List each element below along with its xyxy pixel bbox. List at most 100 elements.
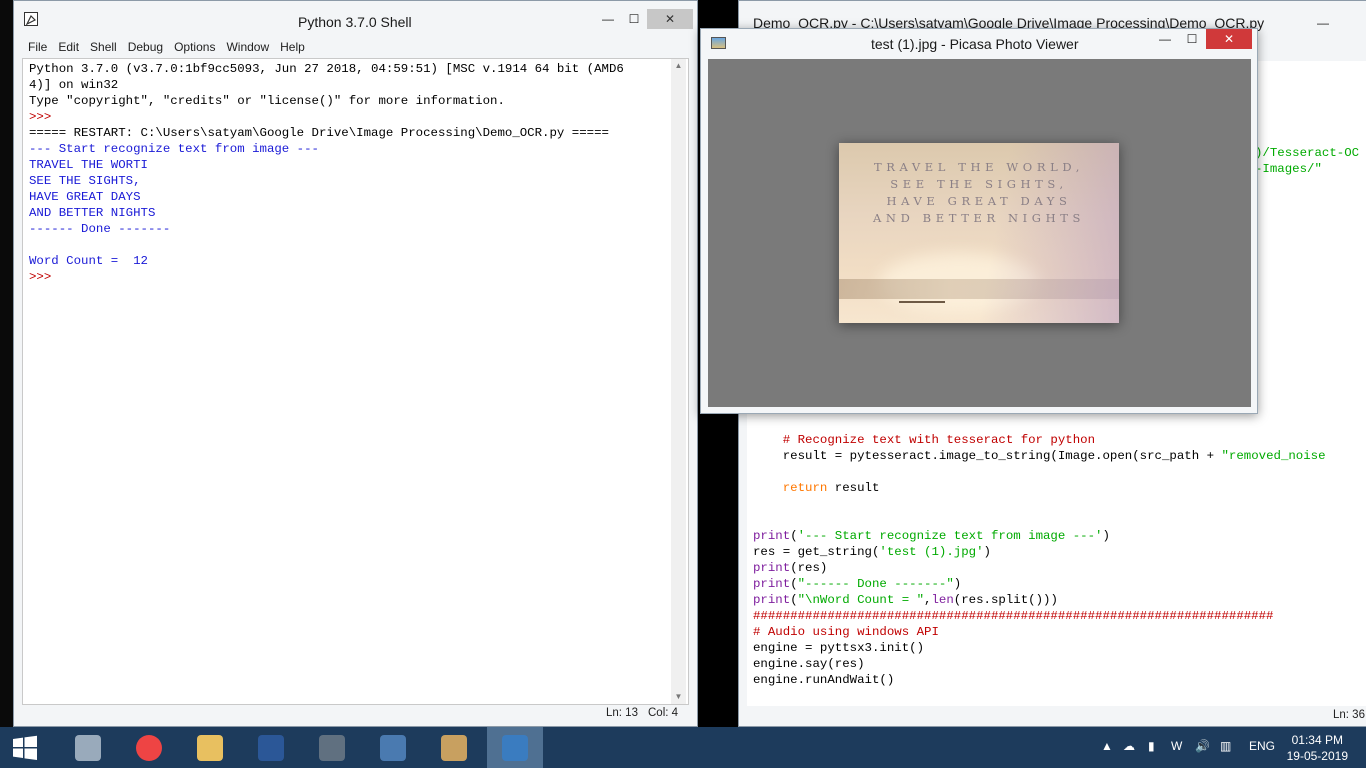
code-token: ( xyxy=(790,529,798,543)
photo-line-2: SEE THE SIGHTS, xyxy=(890,177,1068,191)
picasa-window[interactable]: test (1).jpg - Picasa Photo Viewer — ☐ ✕… xyxy=(700,28,1258,414)
code-token: ) xyxy=(953,577,962,591)
shell-close-button[interactable]: ✕ xyxy=(647,9,693,29)
code-token: # Audio using windows API xyxy=(753,625,939,639)
code-token: ) xyxy=(1102,529,1110,543)
code-token: 'test (1).jpg' xyxy=(879,545,984,559)
editor-minimize-button[interactable]: — xyxy=(1309,13,1337,33)
code-token: return xyxy=(782,481,828,495)
clock[interactable]: 01:34 PM 19-05-2019 xyxy=(1287,732,1348,764)
onedrive-icon[interactable]: ☁ xyxy=(1123,739,1135,753)
volume-icon[interactable]: 🔊 xyxy=(1195,739,1210,753)
taskbar-file-explorer[interactable] xyxy=(182,727,238,768)
taskbar: ▲ ☁ ▮ W 🔊 ▥ ENG 01:34 PM 19-05-2019 xyxy=(0,727,1366,768)
word-icon xyxy=(258,735,284,761)
shell-statusbar: Ln: 13 Col: 4 xyxy=(22,705,689,723)
clock-date: 19-05-2019 xyxy=(1286,749,1348,763)
code-token: print xyxy=(753,561,791,575)
picasa-maximize-button[interactable]: ☐ xyxy=(1178,29,1206,49)
menu-shell[interactable]: Shell xyxy=(84,37,122,54)
shell-title: Python 3.7.0 Shell xyxy=(298,14,412,30)
shell-line: SEE THE SIGHTS, xyxy=(29,174,141,188)
file-explorer-icon xyxy=(197,735,223,761)
photo-line-1: TRAVEL THE WORLD, xyxy=(873,160,1084,174)
code-token: res = get_string( xyxy=(753,545,880,559)
photo-viewer-area[interactable]: TRAVEL THE WORLD, SEE THE SIGHTS, HAVE G… xyxy=(708,59,1251,407)
code-line: print('--- Start recognize text from ima… xyxy=(753,528,1326,544)
chrome-icon xyxy=(136,735,162,761)
menu-edit[interactable]: Edit xyxy=(52,37,84,54)
code-token: print xyxy=(753,593,791,607)
editor-partial-lines: )/Tesseract-OC -Images/" xyxy=(1255,145,1359,177)
python-shell-window[interactable]: Python 3.7.0 Shell — ☐ ✕ File Edit Shell De… xyxy=(13,0,698,727)
code-token: ( xyxy=(790,577,798,591)
shell-line: ------ Done ------- xyxy=(29,222,171,236)
menu-window[interactable]: Window xyxy=(220,37,274,54)
start-button[interactable] xyxy=(0,727,50,768)
taskbar-word[interactable] xyxy=(243,727,299,768)
shell-line: >>> xyxy=(29,110,59,124)
code-token: result = pytesseract.image_to_string(Ima… xyxy=(753,449,1222,463)
code-token: "removed_noise xyxy=(1221,449,1326,463)
scroll-up-icon[interactable]: ▲ xyxy=(671,59,686,73)
device-icon[interactable]: ▮ xyxy=(1148,739,1155,753)
picasa-photo-viewer-icon xyxy=(502,735,528,761)
code-token: (res.split())) xyxy=(953,593,1058,607)
code-line: engine = pyttsx3.init() xyxy=(753,640,1326,656)
code-line: result = pytesseract.image_to_string(Ima… xyxy=(753,448,1326,464)
editor-titlebar[interactable]: Demo_OCR.py - C:\Users\satyam\Google Dri… xyxy=(739,1,1366,31)
menu-help[interactable]: Help xyxy=(274,37,310,54)
shell-line: Python 3.7.0 (v3.7.0:1bf9cc5093, Jun 27 … xyxy=(29,62,624,76)
editor-code-lines: # Recognize text with tesseract for pyth… xyxy=(753,432,1326,688)
code-token: # Recognize text with tesseract for pyth… xyxy=(782,433,1096,447)
shell-line: TRAVEL THE WORTI xyxy=(29,158,148,172)
taskbar-python-idle[interactable] xyxy=(365,727,421,768)
taskbar-paint[interactable] xyxy=(426,727,482,768)
taskbar-picasa-photo-viewer[interactable] xyxy=(487,727,543,768)
photo-image: TRAVEL THE WORLD, SEE THE SIGHTS, HAVE G… xyxy=(839,143,1119,323)
menu-file[interactable]: File xyxy=(22,37,52,54)
shell-line: --- Start recognize text from image --- xyxy=(29,142,319,156)
language-indicator[interactable]: ENG xyxy=(1249,739,1275,753)
taskbar-calculator[interactable] xyxy=(304,727,360,768)
code-token: (res) xyxy=(790,561,828,575)
editor-partial-line: -Images/" xyxy=(1255,162,1322,176)
shell-line: Type "copyright", "credits" or "license(… xyxy=(29,94,505,108)
shell-titlebar[interactable]: Python 3.7.0 Shell — ☐ ✕ xyxy=(14,1,697,31)
code-line: # Audio using windows API xyxy=(753,624,1326,640)
code-line: # Recognize text with tesseract for pyth… xyxy=(753,432,1326,448)
scroll-down-icon[interactable]: ▼ xyxy=(671,690,686,704)
code-token: ########################################… xyxy=(753,609,1274,623)
code-token: result xyxy=(827,481,880,495)
shell-maximize-button[interactable]: ☐ xyxy=(620,9,648,29)
shell-minimize-button[interactable]: — xyxy=(594,9,622,29)
taskbar-chrome[interactable] xyxy=(121,727,177,768)
code-line: ########################################… xyxy=(753,608,1326,624)
picasa-close-button[interactable]: ✕ xyxy=(1206,29,1252,49)
network-icon[interactable]: ▥ xyxy=(1220,739,1231,753)
picasa-titlebar[interactable]: test (1).jpg - Picasa Photo Viewer — ☐ ✕ xyxy=(701,29,1257,59)
python-idle-icon xyxy=(24,12,38,26)
tray-overflow-icon[interactable]: ▲ xyxy=(1101,739,1113,753)
word-tray-icon[interactable]: W xyxy=(1171,739,1182,753)
code-token: len xyxy=(931,593,954,607)
code-line: print("------ Done -------") xyxy=(753,576,1326,592)
picasa-minimize-button[interactable]: — xyxy=(1151,29,1179,49)
code-token: engine.runAndWait() xyxy=(753,673,895,687)
shell-output-area[interactable]: Python 3.7.0 (v3.7.0:1bf9cc5093, Jun 27 … xyxy=(22,58,689,705)
menu-options[interactable]: Options xyxy=(168,37,220,54)
shell-status-col: Col: 4 xyxy=(648,707,679,719)
code-line: return result xyxy=(753,480,1326,496)
taskbar-resource-monitor[interactable] xyxy=(60,727,116,768)
shell-scrollbar[interactable]: ▲ ▼ xyxy=(671,59,686,704)
shell-line: Word Count = 12 xyxy=(29,254,148,268)
picasa-title: test (1).jpg - Picasa Photo Viewer xyxy=(871,36,1079,52)
menu-debug[interactable]: Debug xyxy=(122,37,168,54)
code-token: print xyxy=(753,577,791,591)
editor-partial-line: )/Tesseract-OC xyxy=(1255,146,1360,160)
